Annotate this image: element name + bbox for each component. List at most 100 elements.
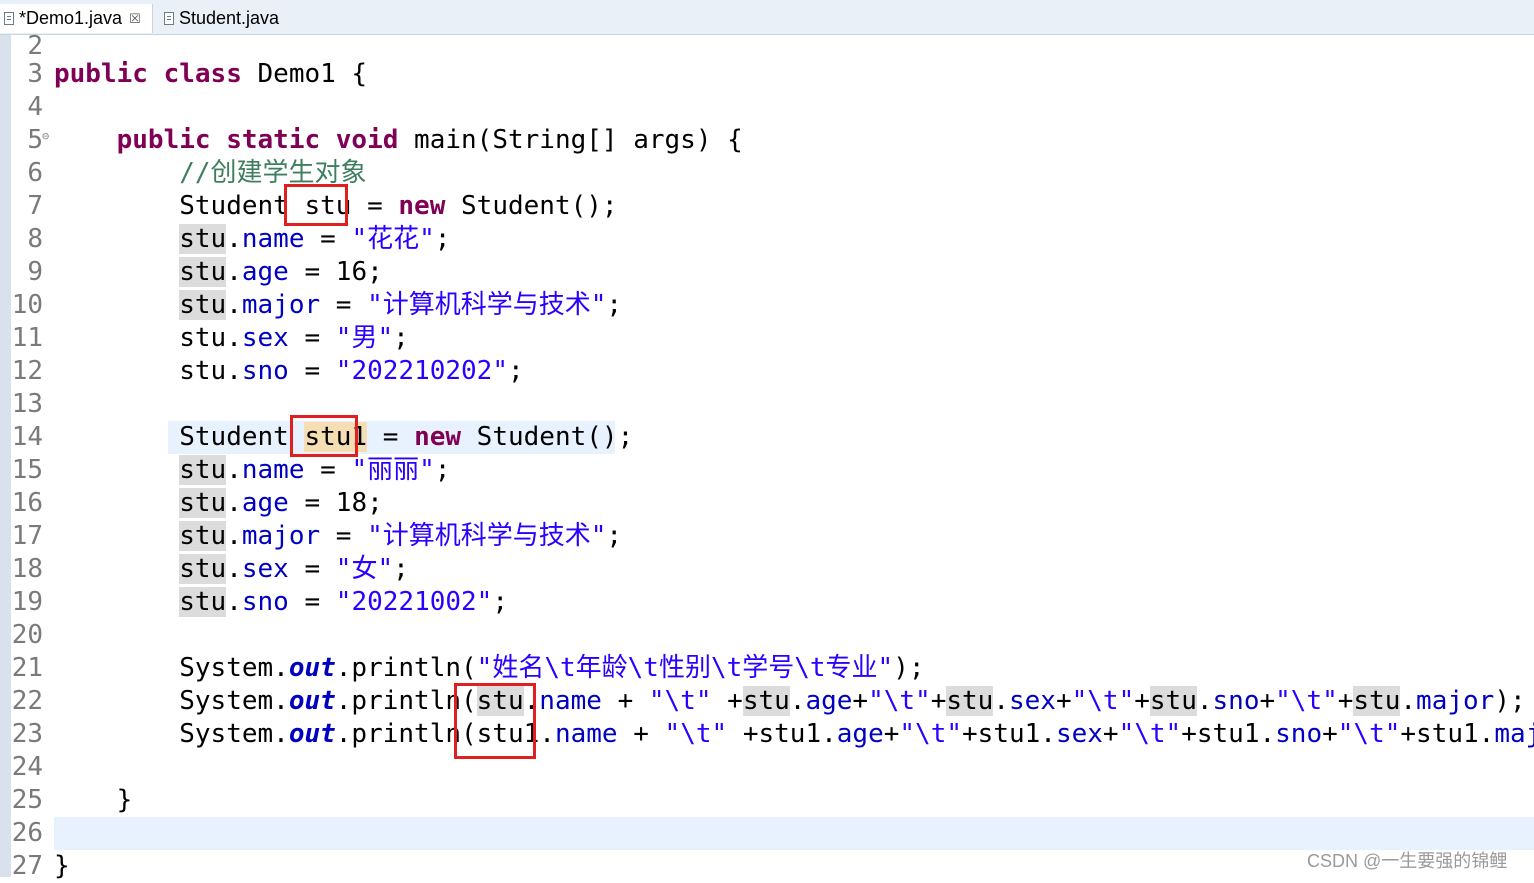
code-text: ; [606,290,623,320]
variable-stu: stu [1353,686,1401,716]
code-line: stu.name = "花花"; [54,223,450,256]
line-number: 20 [11,620,43,650]
keyword: static [226,125,321,155]
code-text: + [1259,686,1276,716]
code-text: ); [1494,686,1526,716]
code-text: . [1259,719,1276,749]
tab-demo1-java[interactable]: *Demo1.java ☒ [0,4,153,33]
code-line: public static void main(String[] args) { [54,124,743,157]
variable-stu: stu [179,323,227,353]
tab-student-java[interactable]: Student.java [160,4,310,33]
code-line: } [54,850,70,883]
string-literal: "202210202" [335,356,508,386]
variable-stu: stu [179,587,227,617]
variable-stu: stu [179,257,227,287]
variable-stu: stu [179,224,227,254]
variable-stu1: stu1 [1416,719,1479,749]
field: major [241,521,321,551]
code-text: ; [367,488,383,518]
code-text: System. [179,686,289,716]
field: sno [1275,719,1323,749]
code-text: = [304,455,352,485]
code-text: . [226,455,242,485]
code-text: ; [507,356,524,386]
string-literal: "花花" [351,224,435,254]
code-text: . [821,719,837,749]
tab-label: *Demo1.java [19,8,123,28]
field: sex [241,323,289,353]
field: name [241,455,305,485]
code-text: Student(); [445,191,618,221]
field: age [241,257,289,287]
line-number: 7 [27,191,43,221]
variable-stu: stu [742,686,790,716]
code-text: = [351,191,399,221]
field: name [554,719,618,749]
keyword: void [335,125,399,155]
code-text: . [226,290,242,320]
code-line: System.out.println(stu1.name + "\t" +stu… [54,718,1534,751]
code-text: + [601,686,649,716]
code-text: + [1055,686,1072,716]
code-text: ); [893,653,925,683]
field: major [1494,719,1534,749]
code-text: = [320,290,368,320]
code-text: + [962,719,978,749]
field: major [1416,686,1495,716]
line-number: 26 [11,818,43,848]
line-number: 9 [27,257,43,287]
variable-stu: stu [179,356,227,386]
code-text: ; [492,587,508,617]
keyword: public [116,125,211,155]
string-literal: "\t" [899,719,963,749]
line-number: 12 [11,356,43,386]
code-text: ; [367,257,383,287]
field: sno [1212,686,1260,716]
string-literal: "男" [335,323,394,353]
variable-stu: stu [179,488,227,518]
code-text: System. [179,719,289,749]
close-tab-icon[interactable]: ☒ [129,11,141,27]
string-literal: "丽丽" [351,455,435,485]
variable-stu: stu [946,686,994,716]
code-text: + [1400,719,1417,749]
code-text: . [789,686,806,716]
current-line-highlight [54,817,1534,850]
code-line: stu.sex = "女"; [54,553,409,586]
code-line: stu.age = 16; [54,256,383,289]
code-line: } [54,784,133,817]
code-text: . [226,224,242,254]
line-number: 8 [27,224,43,254]
code-text: + [852,686,869,716]
code-text: + [1337,686,1354,716]
code-text: Student(); [461,422,634,452]
variable-stu1: stu1 [758,719,822,749]
code-text: . [993,686,1009,716]
fold-collapse-icon[interactable]: ⊖ [42,129,49,143]
variable-stu1: stu1 [977,719,1041,749]
string-literal: "\t" [1071,686,1135,716]
variable-stu: stu [179,521,227,551]
code-text: = [288,587,336,617]
code-text: = [288,554,336,584]
field: major [241,290,321,320]
code-text: = [288,488,336,518]
string-literal: "计算机科学与技术" [367,290,607,320]
line-number: 5 [27,125,43,155]
code-line: stu.sno = "20221002"; [54,586,508,619]
line-number: 23 [11,719,43,749]
line-number: 3 [27,59,43,89]
code-text: + [1102,719,1119,749]
number-literal: 18 [335,488,368,518]
field: sno [241,587,289,617]
code-text: . [226,521,242,551]
static-field: out [288,653,336,683]
editor-tab-bar: *Demo1.java ☒ Student.java [0,0,1534,35]
variable-stu: stu [179,290,227,320]
code-text: main(String[] args) { [398,125,743,155]
line-number: 19 [11,587,43,617]
code-text: + [930,686,947,716]
field: age [836,719,884,749]
variable-stu: stu [1149,686,1197,716]
line-number: 6 [27,158,43,188]
